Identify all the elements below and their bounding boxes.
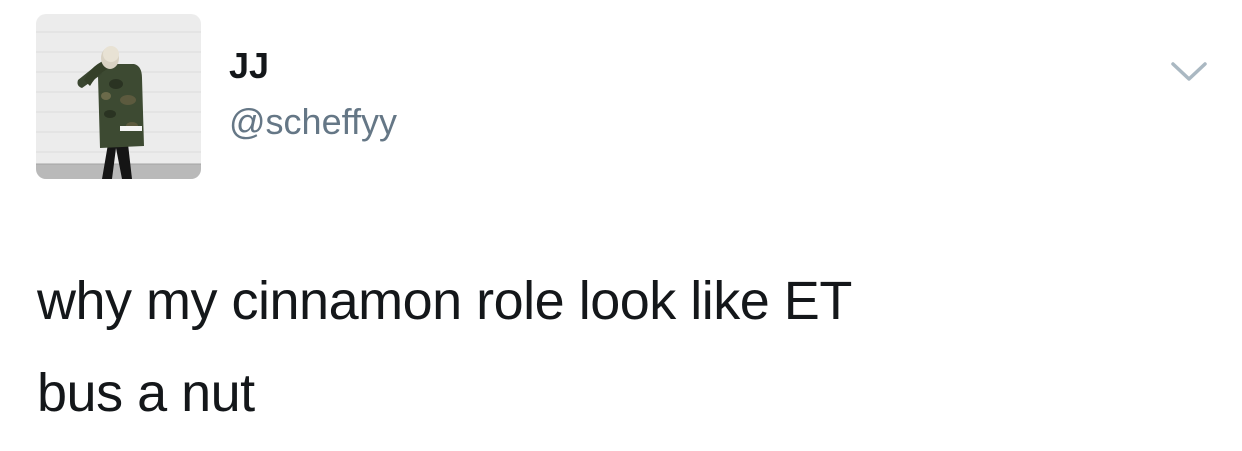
- tweet-text: why my cinnamon role look like ET bus a …: [37, 255, 1207, 439]
- tweet-card: JJ @scheffyy why my cinnamon role look l…: [0, 0, 1242, 451]
- display-name[interactable]: JJ: [229, 44, 269, 88]
- avatar-photo: [36, 14, 201, 179]
- tweet-text-line: bus a nut: [37, 363, 255, 423]
- chevron-down-icon[interactable]: [1168, 56, 1210, 86]
- user-handle[interactable]: @scheffyy: [229, 100, 397, 144]
- avatar[interactable]: [36, 14, 201, 179]
- tweet-text-line: why my cinnamon role look like ET: [37, 271, 852, 331]
